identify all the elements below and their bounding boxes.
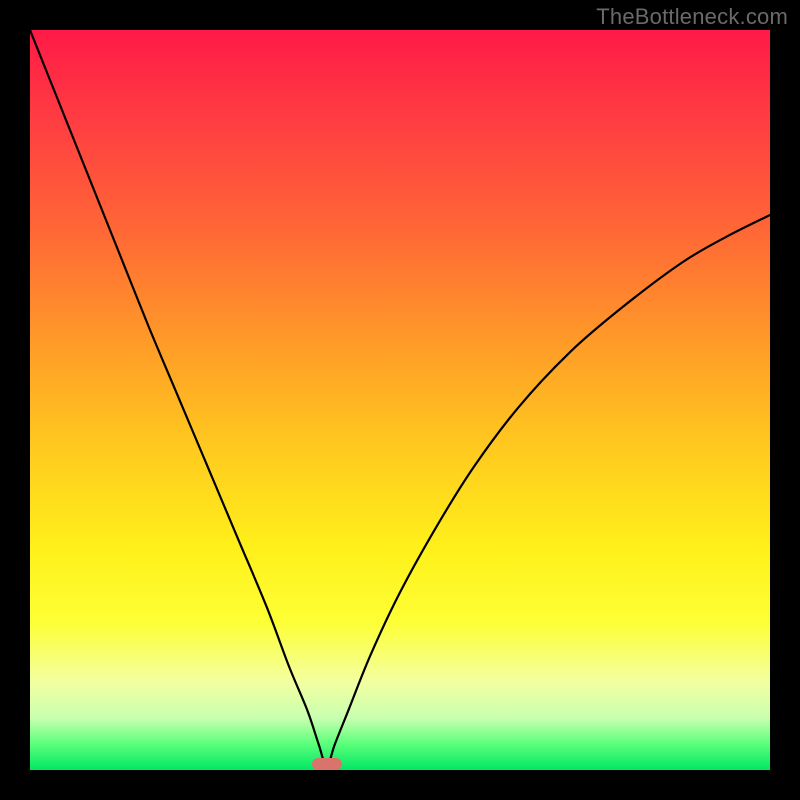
chart-frame: TheBottleneck.com [0,0,800,800]
watermark-text: TheBottleneck.com [596,4,788,30]
optimum-marker [312,758,342,770]
bottleneck-curve [30,30,770,766]
curve-layer [30,30,770,770]
plot-area [30,30,770,770]
